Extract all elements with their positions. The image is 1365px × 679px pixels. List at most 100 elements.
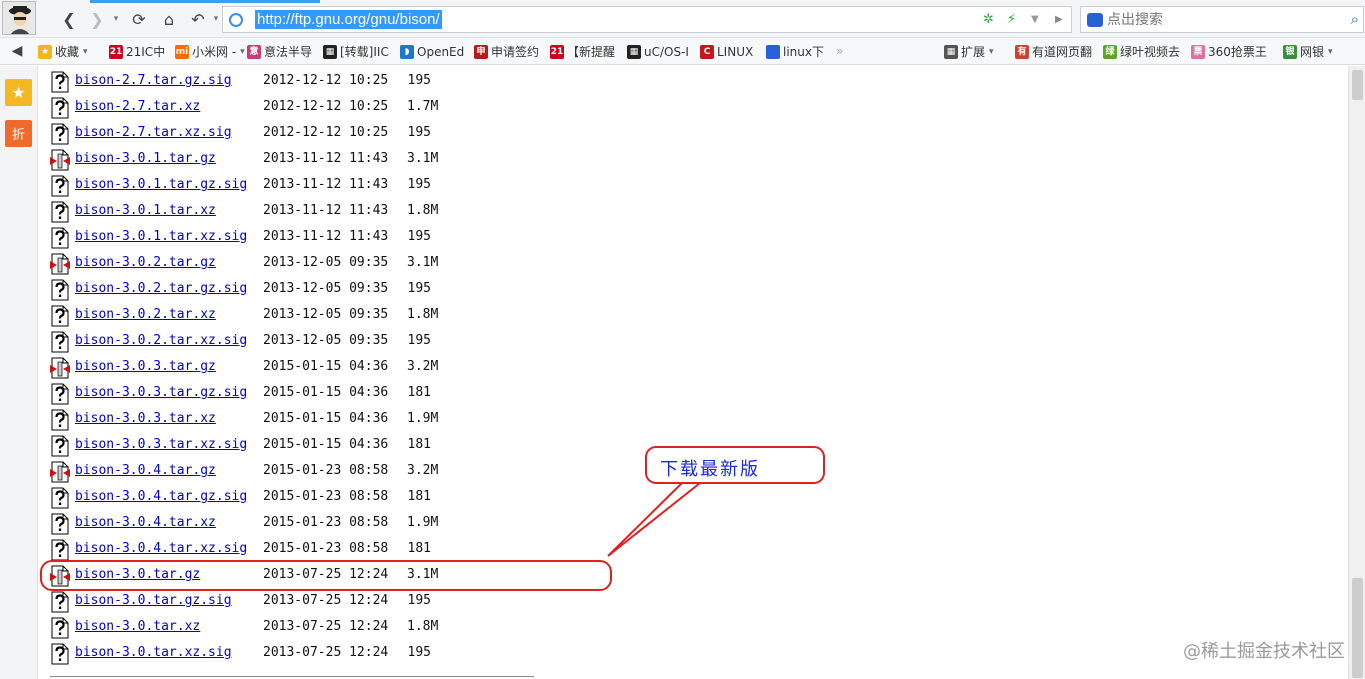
home-icon[interactable]: ⌂ [158, 8, 180, 30]
refresh-icon[interactable]: ⟳ [128, 8, 150, 30]
address-bar[interactable]: http://ftp.gnu.org/gnu/bison/ ✲ ⚡ ▼ ▶ [222, 6, 1072, 33]
star-icon: ★ [38, 44, 52, 59]
scrollbar-thumb-top[interactable] [1352, 70, 1363, 100]
baidu-search-engine-icon[interactable]: 🐾 [1087, 12, 1103, 27]
file-link[interactable]: bison-2.7.tar.xz.sig [75, 125, 232, 140]
forward-history-dropdown-icon[interactable]: ▾ [111, 8, 121, 30]
unknown-file-icon[interactable] [50, 71, 70, 93]
bookmark-item[interactable]: 21 21IC中 [109, 38, 165, 65]
bookmark-item[interactable]: 银网银 ▾ [1283, 38, 1333, 65]
file-link[interactable]: bison-3.0.tar.xz [75, 619, 200, 634]
file-link[interactable]: bison-3.0.3.tar.gz.sig [75, 385, 247, 400]
bookmark-item[interactable]: mi 小米网 - ▾ [175, 38, 245, 65]
file-link[interactable]: bison-3.0.3.tar.xz [75, 411, 216, 426]
file-link[interactable]: bison-3.0.4.tar.xz.sig [75, 541, 247, 556]
unknown-file-icon[interactable] [50, 617, 70, 639]
file-link[interactable]: bison-3.0.1.tar.gz.sig [75, 177, 247, 192]
unknown-file-icon[interactable] [50, 487, 70, 509]
chevron-down-icon[interactable]: ▾ [1328, 47, 1333, 57]
chevron-down-icon[interactable]: ▾ [240, 47, 245, 57]
chevron-down-icon[interactable]: ▾ [989, 47, 994, 57]
site-info-icon[interactable] [229, 12, 243, 27]
search-box[interactable]: 🐾 ⌕ [1080, 6, 1364, 33]
undo-close-tab-icon[interactable]: ↶ [187, 8, 209, 30]
file-link[interactable]: bison-3.0.1.tar.xz.sig [75, 229, 247, 244]
bookmark-item[interactable]: 有有道网页翻 [1015, 38, 1092, 65]
bookmark-item[interactable]: ▦ uC/OS-I [627, 38, 689, 65]
file-link[interactable]: bison-3.0.2.tar.gz [75, 255, 216, 270]
file-size: 1.8M [407, 203, 439, 218]
bookmark-item[interactable]: 意意法半导 [247, 38, 312, 65]
file-link[interactable]: bison-3.0.2.tar.xz.sig [75, 333, 247, 348]
file-link[interactable]: bison-3.0.1.tar.gz [75, 151, 216, 166]
search-icon[interactable]: ⌕ [1351, 10, 1359, 28]
unknown-file-icon[interactable] [50, 331, 70, 353]
compressed-file-icon[interactable] [50, 253, 70, 275]
bookmark-item[interactable]: 申申请签约 [474, 38, 539, 65]
compressed-file-icon[interactable] [50, 461, 70, 483]
unknown-file-icon[interactable] [50, 123, 70, 145]
bookmark-item[interactable]: C LINUX [700, 38, 753, 65]
go-icon[interactable]: ▶ [1055, 14, 1063, 25]
url-text[interactable]: http://ftp.gnu.org/gnu/bison/ [255, 10, 442, 29]
file-link[interactable]: bison-3.0.2.tar.xz [75, 307, 216, 322]
bookmark-item[interactable]: ▦ [转载]IIC [323, 38, 389, 65]
back-icon[interactable]: ❮ [58, 8, 80, 30]
vertical-scrollbar[interactable] [1348, 66, 1365, 679]
speed-mode-icon[interactable]: ⚡ [1007, 12, 1016, 27]
bookmark-item[interactable]: 票 360抢票王 [1191, 38, 1267, 65]
unknown-file-icon[interactable] [50, 227, 70, 249]
unknown-file-icon[interactable] [50, 201, 70, 223]
file-size: 3.1M [407, 255, 439, 270]
bookmark-item[interactable]: ▦ 扩展 ▾ [944, 38, 994, 65]
unknown-file-icon[interactable] [50, 383, 70, 405]
undo-dropdown-icon[interactable]: ▾ [211, 8, 221, 30]
ticket-icon: 票 [1191, 44, 1205, 59]
unknown-file-icon[interactable] [50, 305, 70, 327]
unknown-file-icon[interactable] [50, 435, 70, 457]
file-size: 195 [407, 177, 431, 192]
unknown-file-icon[interactable] [50, 513, 70, 535]
file-size: 3.2M [407, 463, 439, 478]
bookmark-label: 收藏 [55, 45, 80, 59]
file-link[interactable]: bison-3.0.3.tar.xz.sig [75, 437, 247, 452]
unknown-file-icon[interactable] [50, 97, 70, 119]
unknown-file-icon[interactable] [50, 279, 70, 301]
compressed-file-icon[interactable] [50, 357, 70, 379]
chevron-down-icon[interactable]: ▾ [83, 47, 88, 57]
forward-icon[interactable]: ❯ [86, 8, 108, 30]
file-link[interactable]: bison-3.0.4.tar.xz [75, 515, 216, 530]
discount-icon[interactable]: 折 [5, 120, 32, 147]
file-link[interactable]: bison-3.0.4.tar.gz.sig [75, 489, 247, 504]
more-bookmarks-icon[interactable]: » [836, 44, 843, 58]
unknown-file-icon[interactable] [50, 539, 70, 561]
favorites-star-icon[interactable]: ★ [5, 79, 32, 106]
avatar[interactable] [2, 1, 36, 35]
file-link[interactable]: bison-2.7.tar.gz.sig [75, 73, 232, 88]
file-date: 2015-01-15 04:36 [263, 359, 389, 374]
file-link[interactable]: bison-2.7.tar.xz [75, 99, 200, 114]
compressed-file-icon[interactable] [50, 149, 70, 171]
unknown-file-icon[interactable] [50, 175, 70, 197]
file-link[interactable]: bison-3.0.tar.xz.sig [75, 645, 232, 660]
bookmark-item[interactable]: 绿绿叶视频去 [1103, 38, 1180, 65]
bookmark-item[interactable]: 21 【新提醒 [550, 38, 615, 65]
file-link[interactable]: bison-3.0.2.tar.gz.sig [75, 281, 247, 296]
unknown-file-icon[interactable] [50, 591, 70, 613]
search-input[interactable] [1107, 11, 1327, 28]
bank-icon: 银 [1283, 44, 1297, 59]
scrollbar-thumb[interactable] [1352, 578, 1363, 678]
bookmark-item[interactable]: ★ 收藏 ▾ [38, 38, 88, 65]
file-link[interactable]: bison-3.0.tar.gz.sig [75, 593, 232, 608]
bookmark-item[interactable]: ◗ OpenEd [400, 38, 464, 65]
file-link[interactable]: bison-3.0.1.tar.xz [75, 203, 216, 218]
unknown-file-icon[interactable] [50, 643, 70, 665]
bookmark-item[interactable]: 🐾 linux下 [766, 38, 824, 65]
sidebar-toggle-icon[interactable]: ◀ [6, 40, 28, 62]
file-link[interactable]: bison-3.0.3.tar.gz [75, 359, 216, 374]
file-link[interactable]: bison-3.0.4.tar.gz [75, 463, 216, 478]
security-check-icon[interactable]: ✲ [983, 12, 994, 27]
unknown-file-icon[interactable] [50, 409, 70, 431]
file-row: bison-3.0.3.tar.gz 2015-01-15 04:36 3.2M [50, 354, 610, 380]
address-dropdown-icon[interactable]: ▼ [1031, 14, 1039, 25]
